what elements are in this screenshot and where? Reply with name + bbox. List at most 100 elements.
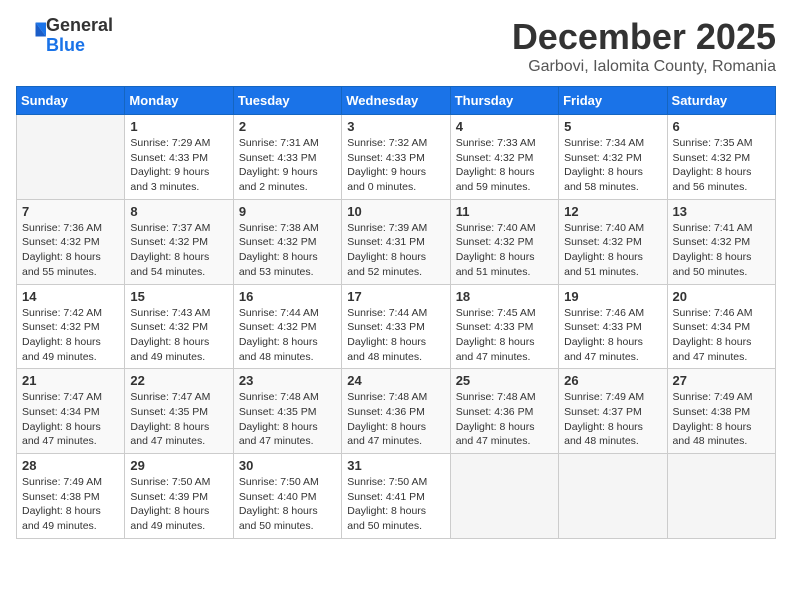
day-details: Sunrise: 7:50 AM Sunset: 4:40 PM Dayligh… bbox=[239, 475, 336, 534]
calendar-cell bbox=[450, 454, 558, 539]
week-row-2: 7Sunrise: 7:36 AM Sunset: 4:32 PM Daylig… bbox=[17, 199, 776, 284]
weekday-header-wednesday: Wednesday bbox=[342, 87, 450, 115]
day-number: 11 bbox=[456, 204, 553, 219]
calendar-cell: 19Sunrise: 7:46 AM Sunset: 4:33 PM Dayli… bbox=[559, 284, 667, 369]
logo-text: General Blue bbox=[46, 16, 113, 56]
week-row-4: 21 Sunrise: 7:47 AM Sunset: 4:34 PM Dayli… bbox=[17, 369, 776, 454]
day-details: Sunrise: 7:42 AM Sunset: 4:32 PM Dayligh… bbox=[22, 306, 119, 365]
day-details: Sunrise: 7:34 AM Sunset: 4:32 PM Dayligh… bbox=[564, 136, 661, 195]
day-number: 8 bbox=[130, 204, 227, 219]
day-details: Sunrise: 7:46 AM Sunset: 4:33 PM Dayligh… bbox=[564, 306, 661, 365]
weekday-header-saturday: Saturday bbox=[667, 87, 775, 115]
logo: General Blue bbox=[16, 16, 113, 56]
calendar-cell bbox=[667, 454, 775, 539]
month-title: December 2025 bbox=[512, 16, 776, 58]
day-number: 20 bbox=[673, 289, 770, 304]
day-details: Sunrise: 7:29 AM Sunset: 4:33 PM Dayligh… bbox=[130, 136, 227, 195]
logo-icon bbox=[18, 19, 46, 47]
calendar-cell: 15Sunrise: 7:43 AM Sunset: 4:32 PM Dayli… bbox=[125, 284, 233, 369]
calendar-cell: 6Sunrise: 7:35 AM Sunset: 4:32 PM Daylig… bbox=[667, 115, 775, 200]
calendar-cell: 12Sunrise: 7:40 AM Sunset: 4:32 PM Dayli… bbox=[559, 199, 667, 284]
day-number: 9 bbox=[239, 204, 336, 219]
day-number: 2 bbox=[239, 119, 336, 134]
day-number: 7 bbox=[22, 204, 119, 219]
day-details: Sunrise: 7:48 AM Sunset: 4:36 PM Dayligh… bbox=[347, 390, 444, 449]
day-number: 22 bbox=[130, 373, 227, 388]
weekday-header-tuesday: Tuesday bbox=[233, 87, 341, 115]
calendar-cell: 8 Sunrise: 7:37 AM Sunset: 4:32 PM Daylig… bbox=[125, 199, 233, 284]
day-details: Sunrise: 7:49 AM Sunset: 4:38 PM Dayligh… bbox=[22, 475, 119, 534]
calendar-cell: 10Sunrise: 7:39 AM Sunset: 4:31 PM Dayli… bbox=[342, 199, 450, 284]
weekday-header-thursday: Thursday bbox=[450, 87, 558, 115]
calendar-cell: 4Sunrise: 7:33 AM Sunset: 4:32 PM Daylig… bbox=[450, 115, 558, 200]
calendar-cell: 27Sunrise: 7:49 AM Sunset: 4:38 PM Dayli… bbox=[667, 369, 775, 454]
calendar-cell bbox=[559, 454, 667, 539]
day-details: Sunrise: 7:44 AM Sunset: 4:32 PM Dayligh… bbox=[239, 306, 336, 365]
calendar-cell: 30Sunrise: 7:50 AM Sunset: 4:40 PM Dayli… bbox=[233, 454, 341, 539]
calendar-cell: 23 Sunrise: 7:48 AM Sunset: 4:35 PM Dayli… bbox=[233, 369, 341, 454]
weekday-header-sunday: Sunday bbox=[17, 87, 125, 115]
day-number: 18 bbox=[456, 289, 553, 304]
day-details: Sunrise: 7:38 AM Sunset: 4:32 PM Dayligh… bbox=[239, 221, 336, 280]
calendar-cell: 1Sunrise: 7:29 AM Sunset: 4:33 PM Daylig… bbox=[125, 115, 233, 200]
title-area: December 2025 Garbovi, Ialomita County, … bbox=[512, 16, 776, 76]
calendar-cell: 20 Sunrise: 7:46 AM Sunset: 4:34 PM Dayli… bbox=[667, 284, 775, 369]
calendar-cell: 17 Sunrise: 7:44 AM Sunset: 4:33 PM Dayli… bbox=[342, 284, 450, 369]
calendar-cell: 18 Sunrise: 7:45 AM Sunset: 4:33 PM Dayli… bbox=[450, 284, 558, 369]
weekday-header-row: SundayMondayTuesdayWednesdayThursdayFrid… bbox=[17, 87, 776, 115]
day-number: 10 bbox=[347, 204, 444, 219]
day-details: Sunrise: 7:44 AM Sunset: 4:33 PM Dayligh… bbox=[347, 306, 444, 365]
day-number: 21 bbox=[22, 373, 119, 388]
day-number: 5 bbox=[564, 119, 661, 134]
day-details: Sunrise: 7:37 AM Sunset: 4:32 PM Dayligh… bbox=[130, 221, 227, 280]
page-header: General Blue December 2025 Garbovi, Ialo… bbox=[16, 16, 776, 76]
calendar-cell: 11 Sunrise: 7:40 AM Sunset: 4:32 PM Dayli… bbox=[450, 199, 558, 284]
calendar-cell: 3Sunrise: 7:32 AM Sunset: 4:33 PM Daylig… bbox=[342, 115, 450, 200]
week-row-3: 14 Sunrise: 7:42 AM Sunset: 4:32 PM Dayli… bbox=[17, 284, 776, 369]
day-details: Sunrise: 7:48 AM Sunset: 4:35 PM Dayligh… bbox=[239, 390, 336, 449]
day-details: Sunrise: 7:50 AM Sunset: 4:41 PM Dayligh… bbox=[347, 475, 444, 534]
day-details: Sunrise: 7:50 AM Sunset: 4:39 PM Dayligh… bbox=[130, 475, 227, 534]
day-number: 29 bbox=[130, 458, 227, 473]
calendar-cell: 13Sunrise: 7:41 AM Sunset: 4:32 PM Dayli… bbox=[667, 199, 775, 284]
calendar-cell: 2 Sunrise: 7:31 AM Sunset: 4:33 PM Daylig… bbox=[233, 115, 341, 200]
calendar-cell: 28 Sunrise: 7:49 AM Sunset: 4:38 PM Dayli… bbox=[17, 454, 125, 539]
day-details: Sunrise: 7:47 AM Sunset: 4:34 PM Dayligh… bbox=[22, 390, 119, 449]
calendar-cell: 7Sunrise: 7:36 AM Sunset: 4:32 PM Daylig… bbox=[17, 199, 125, 284]
weekday-header-friday: Friday bbox=[559, 87, 667, 115]
calendar-cell: 14 Sunrise: 7:42 AM Sunset: 4:32 PM Dayli… bbox=[17, 284, 125, 369]
day-number: 23 bbox=[239, 373, 336, 388]
calendar-cell: 21 Sunrise: 7:47 AM Sunset: 4:34 PM Dayli… bbox=[17, 369, 125, 454]
calendar-cell bbox=[17, 115, 125, 200]
day-number: 17 bbox=[347, 289, 444, 304]
day-details: Sunrise: 7:31 AM Sunset: 4:33 PM Dayligh… bbox=[239, 136, 336, 195]
day-details: Sunrise: 7:46 AM Sunset: 4:34 PM Dayligh… bbox=[673, 306, 770, 365]
calendar-cell: 26Sunrise: 7:49 AM Sunset: 4:37 PM Dayli… bbox=[559, 369, 667, 454]
day-number: 25 bbox=[456, 373, 553, 388]
week-row-5: 28 Sunrise: 7:49 AM Sunset: 4:38 PM Dayli… bbox=[17, 454, 776, 539]
day-number: 13 bbox=[673, 204, 770, 219]
day-number: 6 bbox=[673, 119, 770, 134]
day-details: Sunrise: 7:49 AM Sunset: 4:38 PM Dayligh… bbox=[673, 390, 770, 449]
day-number: 15 bbox=[130, 289, 227, 304]
calendar-cell: 9 Sunrise: 7:38 AM Sunset: 4:32 PM Daylig… bbox=[233, 199, 341, 284]
calendar-cell: 5 Sunrise: 7:34 AM Sunset: 4:32 PM Daylig… bbox=[559, 115, 667, 200]
calendar-cell: 31 Sunrise: 7:50 AM Sunset: 4:41 PM Dayli… bbox=[342, 454, 450, 539]
weekday-header-monday: Monday bbox=[125, 87, 233, 115]
calendar-cell: 22 Sunrise: 7:47 AM Sunset: 4:35 PM Dayli… bbox=[125, 369, 233, 454]
day-details: Sunrise: 7:48 AM Sunset: 4:36 PM Dayligh… bbox=[456, 390, 553, 449]
day-details: Sunrise: 7:40 AM Sunset: 4:32 PM Dayligh… bbox=[456, 221, 553, 280]
day-number: 24 bbox=[347, 373, 444, 388]
day-number: 28 bbox=[22, 458, 119, 473]
day-details: Sunrise: 7:47 AM Sunset: 4:35 PM Dayligh… bbox=[130, 390, 227, 449]
day-number: 3 bbox=[347, 119, 444, 134]
day-details: Sunrise: 7:33 AM Sunset: 4:32 PM Dayligh… bbox=[456, 136, 553, 195]
calendar-cell: 25 Sunrise: 7:48 AM Sunset: 4:36 PM Dayli… bbox=[450, 369, 558, 454]
day-details: Sunrise: 7:45 AM Sunset: 4:33 PM Dayligh… bbox=[456, 306, 553, 365]
day-number: 31 bbox=[347, 458, 444, 473]
day-number: 14 bbox=[22, 289, 119, 304]
location-subtitle: Garbovi, Ialomita County, Romania bbox=[512, 58, 776, 76]
calendar-cell: 24 Sunrise: 7:48 AM Sunset: 4:36 PM Dayli… bbox=[342, 369, 450, 454]
day-number: 26 bbox=[564, 373, 661, 388]
calendar-cell: 16Sunrise: 7:44 AM Sunset: 4:32 PM Dayli… bbox=[233, 284, 341, 369]
